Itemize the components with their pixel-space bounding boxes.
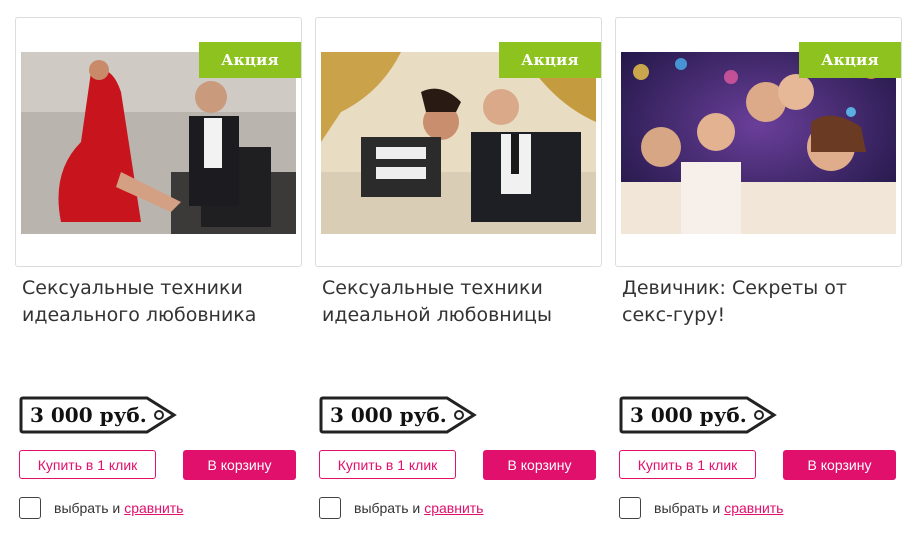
promo-badge: Акция bbox=[799, 42, 901, 78]
compare-checkbox[interactable] bbox=[619, 497, 641, 519]
product-photo[interactable] bbox=[321, 52, 596, 234]
product-title[interactable]: Сексуальные техники идеального любовника bbox=[22, 275, 292, 329]
add-to-cart-button[interactable]: В корзину bbox=[483, 450, 596, 480]
compare-label: выбрать и bbox=[354, 500, 421, 516]
add-to-cart-button[interactable]: В корзину bbox=[783, 450, 896, 480]
buy-one-click-button[interactable]: Купить в 1 клик bbox=[619, 450, 756, 479]
product-image-frame[interactable]: Акция bbox=[15, 17, 302, 267]
product-photo[interactable] bbox=[621, 52, 896, 234]
promo-badge: Акция bbox=[199, 42, 301, 78]
compare-row: выбрать и сравнить bbox=[19, 495, 183, 521]
promo-badge: Акция bbox=[499, 42, 601, 78]
price-tag: 3 000 руб. bbox=[619, 395, 779, 435]
product-image-frame[interactable]: Акция bbox=[315, 17, 602, 267]
product-title[interactable]: Девичник: Секреты от секс-гуру! bbox=[622, 275, 892, 329]
product-card: Акция Сексуальные техники идеального люб… bbox=[15, 17, 302, 537]
buy-one-click-button[interactable]: Купить в 1 клик bbox=[319, 450, 456, 479]
product-image-frame[interactable]: Акция bbox=[615, 17, 902, 267]
buy-one-click-button[interactable]: Купить в 1 клик bbox=[19, 450, 156, 479]
product-card: Акция Девичник: Секреты от секс-гуру! 3 … bbox=[615, 17, 902, 537]
compare-label: выбрать и bbox=[54, 500, 121, 516]
product-photo-image bbox=[621, 52, 896, 234]
price-value: 3 000 руб. bbox=[630, 403, 747, 427]
compare-checkbox[interactable] bbox=[19, 497, 41, 519]
compare-link[interactable]: сравнить bbox=[724, 500, 783, 516]
compare-row: выбрать и сравнить bbox=[319, 495, 483, 521]
compare-row: выбрать и сравнить bbox=[619, 495, 783, 521]
product-photo-image bbox=[321, 52, 596, 234]
product-card: Акция Сексуальные техники идеальной любо… bbox=[315, 17, 602, 537]
price-tag: 3 000 руб. bbox=[319, 395, 479, 435]
compare-link[interactable]: сравнить bbox=[124, 500, 183, 516]
product-photo[interactable] bbox=[21, 52, 296, 234]
price-tag: 3 000 руб. bbox=[19, 395, 179, 435]
product-title[interactable]: Сексуальные техники идеальной любовницы bbox=[322, 275, 592, 329]
compare-checkbox[interactable] bbox=[319, 497, 341, 519]
price-value: 3 000 руб. bbox=[30, 403, 147, 427]
price-value: 3 000 руб. bbox=[330, 403, 447, 427]
compare-link[interactable]: сравнить bbox=[424, 500, 483, 516]
compare-label: выбрать и bbox=[654, 500, 721, 516]
add-to-cart-button[interactable]: В корзину bbox=[183, 450, 296, 480]
product-photo-image bbox=[21, 52, 296, 234]
